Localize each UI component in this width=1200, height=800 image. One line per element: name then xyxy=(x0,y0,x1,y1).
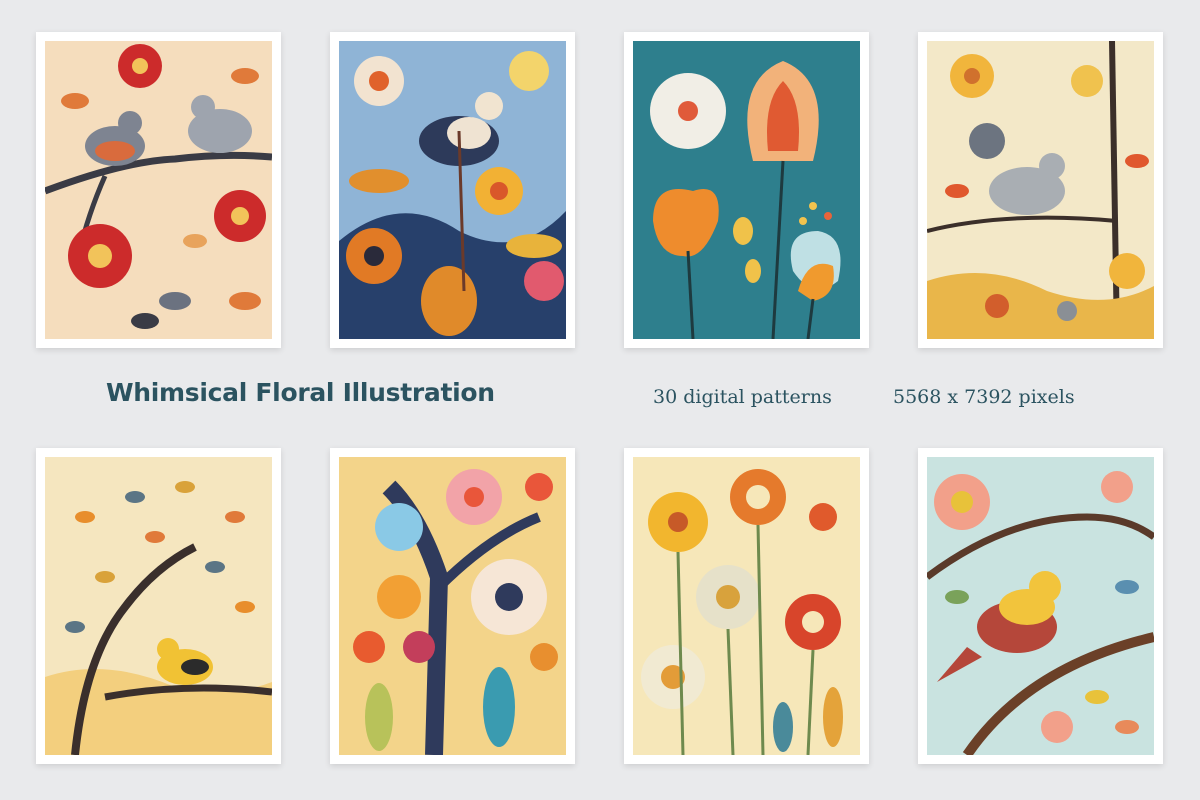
print-artwork-yellow-bird-tree xyxy=(45,457,272,755)
print-artwork-teal-tulips xyxy=(633,41,860,339)
print-card-3 xyxy=(624,32,869,348)
collection-title: Whimsical Floral Illustration xyxy=(106,378,495,407)
print-card-2 xyxy=(330,32,575,348)
print-artwork-yellow-wildflowers xyxy=(633,457,860,755)
print-card-7 xyxy=(624,448,869,764)
print-card-8 xyxy=(918,448,1163,764)
print-card-6 xyxy=(330,448,575,764)
resolution-label: 5568 x 7392 pixels xyxy=(893,386,1075,408)
print-artwork-bird-pink-flowers xyxy=(927,457,1154,755)
print-card-1 xyxy=(36,32,281,348)
print-card-4 xyxy=(918,32,1163,348)
print-artwork-grey-bird-tree xyxy=(927,41,1154,339)
print-artwork-birds-red-flowers xyxy=(45,41,272,339)
print-artwork-tree-flower-garden xyxy=(339,457,566,755)
print-artwork-bird-blue-garden xyxy=(339,41,566,339)
print-card-5 xyxy=(36,448,281,764)
pattern-count-label: 30 digital patterns xyxy=(653,386,832,408)
